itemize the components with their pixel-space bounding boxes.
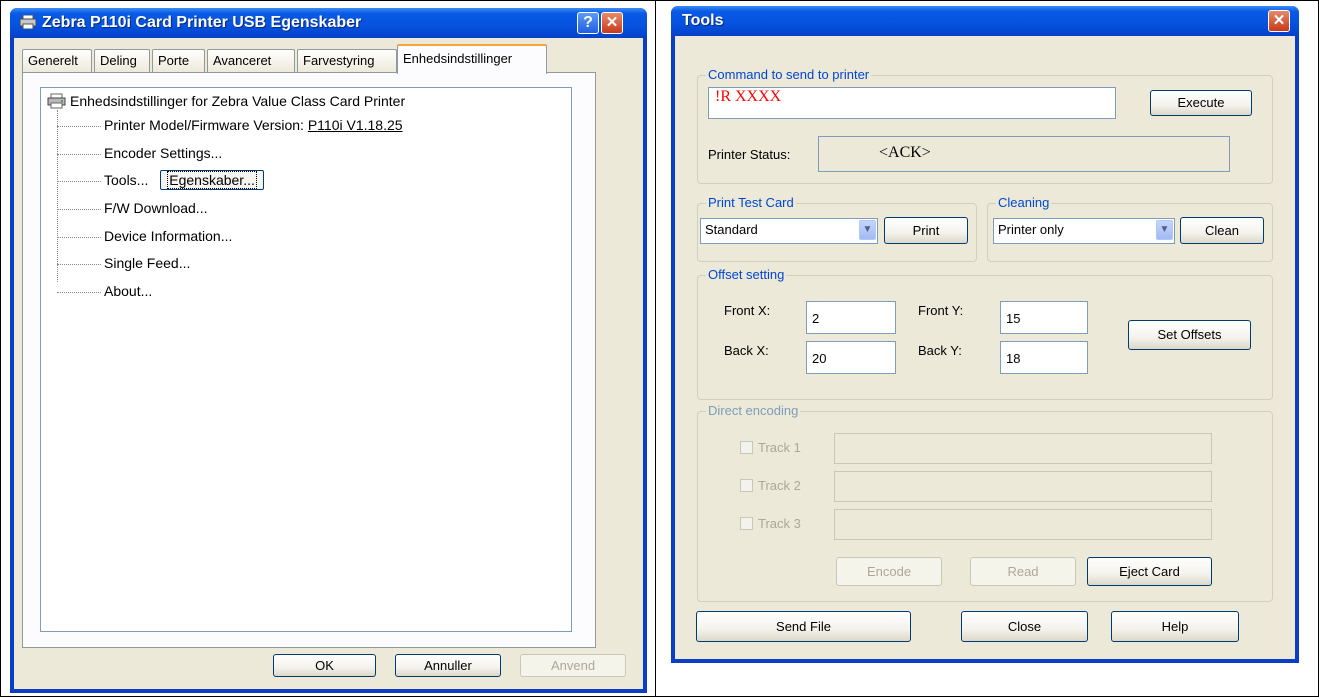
- track3-input[interactable]: [834, 509, 1212, 540]
- tree-item-fw-download[interactable]: F/W Download...: [57, 198, 207, 218]
- tree-item-encoder[interactable]: Encoder Settings...: [57, 143, 222, 163]
- read-button[interactable]: Read: [970, 557, 1076, 586]
- cleaning-group: Cleaning Printer only ▼ Clean: [987, 195, 1273, 262]
- chevron-down-icon: ▼: [1156, 220, 1173, 240]
- tools-client: Command to send to printer !R XXXX Execu…: [675, 36, 1295, 659]
- encode-button[interactable]: Encode: [836, 557, 942, 586]
- tree-item-device-info[interactable]: Device Information...: [57, 226, 232, 246]
- tab-page: Enhedsindstillinger for Zebra Value Clas…: [22, 72, 596, 648]
- tree-item-about[interactable]: About...: [57, 281, 152, 301]
- eject-card-button[interactable]: Eject Card: [1087, 557, 1212, 586]
- test-card-selected: Standard: [705, 222, 758, 237]
- tools-title-bar: Tools ✕: [671, 6, 1299, 36]
- tools-close-title-button[interactable]: ✕: [1268, 10, 1290, 32]
- encoder-label: Encoder Settings...: [104, 145, 223, 161]
- fw-download-label: F/W Download...: [104, 200, 208, 216]
- track1-label: Track 1: [758, 440, 801, 455]
- printer-status-value: <ACK>: [818, 136, 1230, 172]
- execute-button[interactable]: Execute: [1150, 90, 1252, 116]
- clean-button[interactable]: Clean: [1180, 217, 1264, 244]
- tools-properties-button[interactable]: Egenskaber...: [160, 170, 264, 190]
- direct-encoding-group: Direct encoding Track 1 Track 2 Track 3 …: [697, 403, 1273, 602]
- front-x-input[interactable]: 2: [806, 301, 896, 334]
- printer-properties-window: Zebra P110i Card Printer USB Egenskaber …: [10, 8, 647, 693]
- help-title-button[interactable]: ?: [577, 12, 599, 34]
- track1-checkbox[interactable]: [740, 441, 753, 454]
- track2-label: Track 2: [758, 478, 801, 493]
- tree-item-single-feed[interactable]: Single Feed...: [57, 253, 190, 273]
- frame-divider: [655, 0, 656, 697]
- tab-avanceret[interactable]: Avanceret: [207, 49, 295, 73]
- direct-encoding-label: Direct encoding: [706, 403, 801, 419]
- tab-porte[interactable]: Porte: [152, 49, 205, 73]
- cleaning-selected: Printer only: [998, 222, 1064, 237]
- tree-item-model: Printer Model/Firmware Version: P110i V1…: [57, 115, 403, 135]
- tools-label: Tools...: [104, 172, 149, 188]
- settings-tree: Enhedsindstillinger for Zebra Value Clas…: [40, 87, 572, 632]
- frame-top: [0, 0, 1319, 1]
- title-bar: Zebra P110i Card Printer USB Egenskaber …: [10, 8, 647, 38]
- back-x-label: Back X:: [724, 343, 769, 358]
- help-button[interactable]: Help: [1111, 611, 1239, 642]
- cancel-button[interactable]: Annuller: [395, 654, 501, 677]
- tab-generelt[interactable]: Generelt: [22, 49, 92, 73]
- print-test-card-label: Print Test Card: [706, 195, 796, 211]
- tools-title: Tools: [682, 12, 724, 29]
- set-offsets-button[interactable]: Set Offsets: [1128, 320, 1251, 350]
- frame-left: [0, 0, 1, 697]
- track3-label: Track 3: [758, 516, 801, 531]
- cleaning-select[interactable]: Printer only ▼: [993, 218, 1175, 244]
- single-feed-label: Single Feed...: [104, 255, 191, 271]
- tab-enhedsindstillinger[interactable]: Enhedsindstillinger: [397, 44, 547, 74]
- command-input[interactable]: !R XXXX: [708, 87, 1116, 119]
- front-y-label: Front Y:: [918, 303, 964, 318]
- tree-root[interactable]: Enhedsindstillinger for Zebra Value Clas…: [47, 93, 405, 109]
- printer-settings-icon: [47, 93, 67, 109]
- tree-item-tools[interactable]: Tools... Egenskaber...: [57, 170, 264, 190]
- track2-checkbox[interactable]: [740, 479, 753, 492]
- send-file-button[interactable]: Send File: [696, 611, 911, 642]
- printer-icon: [19, 14, 37, 30]
- device-info-label: Device Information...: [104, 228, 233, 244]
- ok-button[interactable]: OK: [273, 654, 376, 677]
- tab-deling[interactable]: Deling: [94, 49, 150, 73]
- back-y-input[interactable]: 18: [1000, 341, 1088, 374]
- command-group-label: Command to send to printer: [706, 67, 872, 83]
- printer-status-label: Printer Status:: [708, 147, 791, 162]
- chevron-down-icon: ▼: [859, 220, 876, 240]
- model-value: P110i V1.18.25: [307, 117, 403, 133]
- track2-input[interactable]: [834, 471, 1212, 502]
- close-button[interactable]: Close: [961, 611, 1088, 642]
- test-card-select[interactable]: Standard ▼: [700, 218, 878, 244]
- track1-input[interactable]: [834, 433, 1212, 464]
- command-group: Command to send to printer !R XXXX Execu…: [697, 67, 1273, 184]
- track3-checkbox[interactable]: [740, 517, 753, 530]
- back-x-input[interactable]: 20: [806, 341, 896, 374]
- cleaning-label: Cleaning: [996, 195, 1052, 211]
- window-title: Zebra P110i Card Printer USB Egenskaber: [42, 14, 362, 31]
- front-x-label: Front X:: [724, 303, 771, 318]
- tools-window: Tools ✕ Command to send to printer !R XX…: [671, 6, 1299, 663]
- about-label: About...: [104, 283, 153, 299]
- front-y-input[interactable]: 15: [1000, 301, 1088, 334]
- print-test-card-group: Print Test Card Standard ▼ Print: [697, 195, 977, 262]
- offset-group: Offset setting Front X: 2 Front Y: 15 Ba…: [697, 267, 1273, 400]
- apply-button[interactable]: Anvend: [520, 654, 626, 677]
- close-title-button[interactable]: ✕: [601, 12, 623, 34]
- tab-farvestyring[interactable]: Farvestyring: [297, 49, 397, 73]
- offset-group-label: Offset setting: [706, 267, 787, 283]
- model-label: Printer Model/Firmware Version:: [104, 117, 304, 133]
- print-button[interactable]: Print: [884, 217, 968, 244]
- tree-root-label: Enhedsindstillinger for Zebra Value Clas…: [70, 93, 406, 109]
- dialog-client: Generelt Deling Porte Avanceret Farvesty…: [14, 38, 643, 689]
- back-y-label: Back Y:: [918, 343, 962, 358]
